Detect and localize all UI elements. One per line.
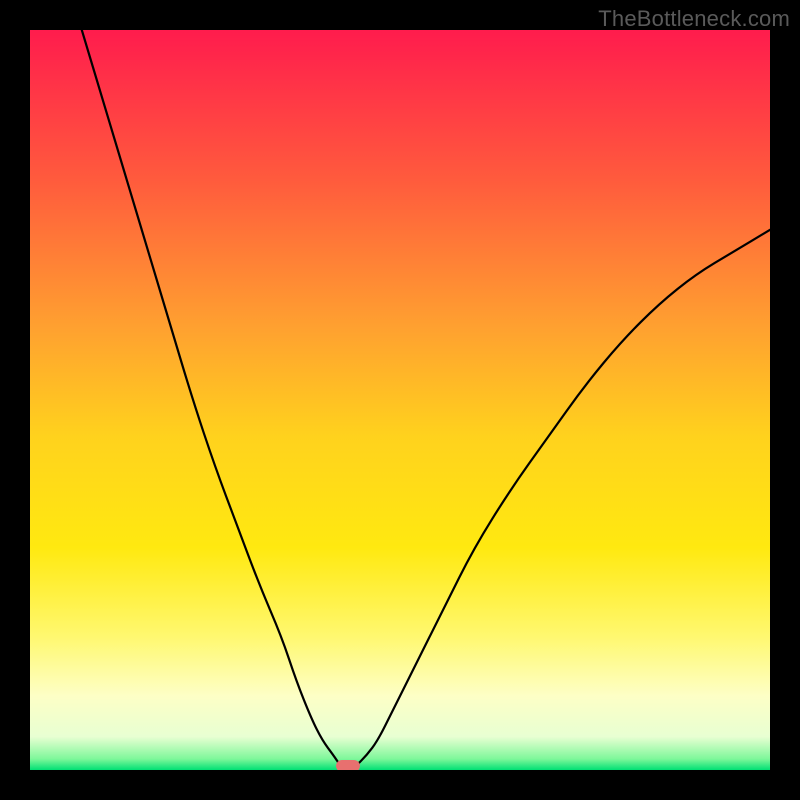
minimum-marker [336, 760, 360, 770]
curve-left-branch [82, 30, 341, 766]
plot-area [30, 30, 770, 770]
bottleneck-curve [30, 30, 770, 770]
curve-right-branch [356, 230, 770, 767]
chart-frame: TheBottleneck.com [0, 0, 800, 800]
watermark-text: TheBottleneck.com [598, 6, 790, 32]
